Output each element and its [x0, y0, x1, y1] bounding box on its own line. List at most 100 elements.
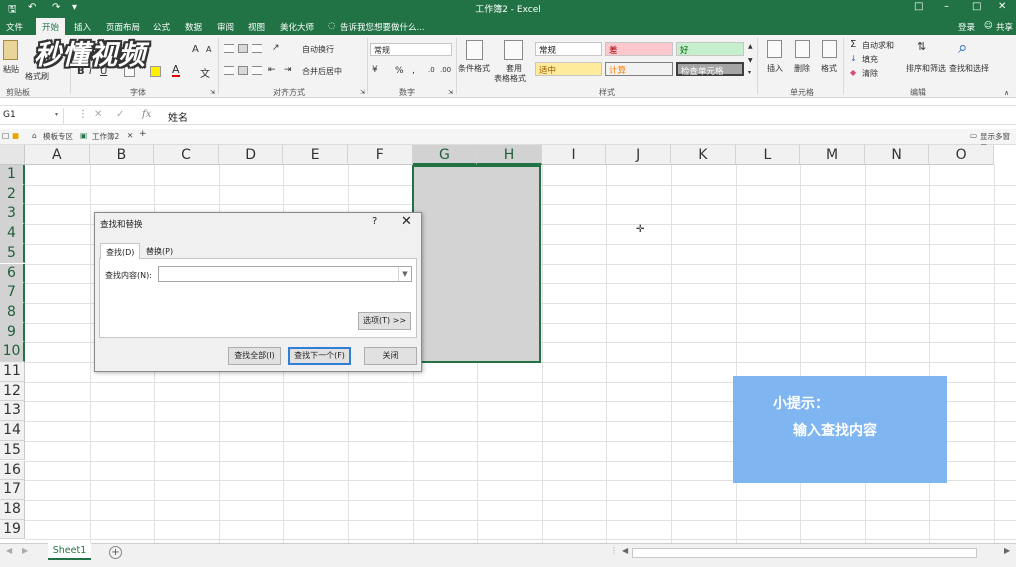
font-dialog-launcher-icon[interactable]: ⇲	[210, 89, 215, 96]
row-header-9[interactable]: 9	[0, 322, 25, 343]
row-header-10[interactable]: 10	[0, 342, 25, 362]
row-header-14[interactable]: 14	[0, 421, 25, 441]
column-header-l[interactable]: L	[735, 145, 801, 165]
column-header-j[interactable]: J	[606, 145, 671, 165]
comma-button[interactable]: ,	[412, 66, 415, 76]
horizontal-scrollbar[interactable]	[632, 548, 977, 558]
fill-color-icon[interactable]	[150, 66, 161, 77]
column-header-o[interactable]: O	[929, 145, 994, 165]
tab-review[interactable]: 审阅	[217, 21, 234, 33]
help-icon[interactable]: ?	[372, 216, 377, 227]
scroll-right-icon[interactable]: ▶	[1004, 546, 1010, 555]
font-size-down-icon[interactable]: A	[206, 45, 211, 54]
row-header-16[interactable]: 16	[0, 460, 25, 481]
column-header-d[interactable]: D	[218, 145, 284, 165]
find-select-button[interactable]: 查找和选择	[949, 63, 989, 74]
tell-me-search[interactable]: 告诉我您想要做什么...	[340, 21, 425, 33]
style-check-cell[interactable]: 检查单元格	[676, 62, 744, 77]
row-header-2[interactable]: 2	[0, 184, 25, 205]
increase-indent-icon[interactable]: ⇥	[284, 65, 292, 75]
style-normal[interactable]: 常规	[535, 42, 602, 56]
phonetic-icon[interactable]: 文	[200, 65, 210, 80]
conditional-format-button[interactable]: 条件格式	[458, 63, 490, 74]
table-format-icon[interactable]	[504, 40, 523, 60]
row-header-5[interactable]: 5	[0, 243, 25, 264]
column-header-e[interactable]: E	[283, 145, 348, 165]
conditional-format-icon[interactable]	[466, 40, 483, 60]
decrease-decimal-icon[interactable]: .00	[440, 66, 451, 74]
doc-tab-workbook[interactable]: 工作簿2	[92, 131, 119, 142]
orientation-icon[interactable]: ↗	[272, 43, 280, 53]
tab-data[interactable]: 数据	[185, 21, 202, 33]
styles-more-icon[interactable]: ▾	[748, 69, 751, 76]
paste-button[interactable]: 粘贴	[3, 64, 19, 75]
row-header-17[interactable]: 17	[0, 480, 25, 500]
alignment-dialog-launcher-icon[interactable]: ⇲	[360, 89, 365, 96]
scroll-left-icon[interactable]: ◀	[622, 546, 628, 555]
fill-button[interactable]: 填充	[862, 54, 878, 65]
align-right-icon[interactable]	[252, 66, 262, 75]
row-header-4[interactable]: 4	[0, 224, 25, 244]
number-dialog-launcher-icon[interactable]: ⇲	[448, 89, 453, 96]
format-painter-button[interactable]: 格式刷	[25, 71, 49, 82]
delete-cells-icon[interactable]	[795, 40, 810, 58]
column-header-c[interactable]: C	[154, 145, 219, 165]
align-left-icon[interactable]	[224, 66, 234, 75]
formula-content[interactable]: 姓名	[168, 109, 188, 124]
align-bottom-icon[interactable]	[252, 44, 262, 53]
column-header-a[interactable]: A	[25, 145, 90, 165]
styles-scroll-up-icon[interactable]: ▲	[748, 43, 753, 50]
font-color-button[interactable]: A	[172, 64, 180, 77]
insert-cells-icon[interactable]	[767, 40, 782, 58]
percent-button[interactable]: %	[395, 66, 404, 76]
autosum-button[interactable]: 自动求和	[862, 40, 894, 51]
format-cells-button[interactable]: 格式	[821, 63, 837, 74]
font-size-up-icon[interactable]: A	[192, 44, 199, 55]
row-header-8[interactable]: 8	[0, 302, 25, 323]
styles-scroll-down-icon[interactable]: ▼	[748, 57, 753, 64]
tab-file[interactable]: 文件	[6, 21, 23, 33]
number-format-select[interactable]: 常规	[370, 43, 452, 56]
column-header-i[interactable]: I	[541, 145, 607, 165]
row-header-19[interactable]: 19	[0, 519, 25, 540]
tab-insert[interactable]: 插入	[74, 21, 91, 33]
folder-icon[interactable]: ■	[12, 131, 19, 140]
column-header-b[interactable]: B	[89, 145, 155, 165]
insert-function-icon[interactable]: fx	[142, 109, 151, 120]
options-button[interactable]: 选项(T) >>	[358, 312, 411, 330]
column-header-g[interactable]: G	[412, 145, 478, 165]
decrease-indent-icon[interactable]: ⇤	[268, 65, 276, 75]
collapse-ribbon-icon[interactable]: ∧	[1004, 89, 1009, 97]
find-what-input[interactable]: ▼	[158, 266, 412, 282]
clear-button[interactable]: 清除	[862, 68, 878, 79]
column-header-h[interactable]: H	[477, 145, 542, 165]
row-header-11[interactable]: 11	[0, 362, 25, 382]
new-doc-icon[interactable]: □	[2, 131, 9, 140]
close-button[interactable]: 关闭	[364, 347, 417, 365]
row-header-3[interactable]: 3	[0, 204, 25, 225]
column-header-n[interactable]: N	[864, 145, 930, 165]
row-header-12[interactable]: 12	[0, 381, 25, 402]
close-tab-icon[interactable]: ✕	[127, 131, 133, 140]
enter-icon[interactable]: ✓	[116, 109, 124, 120]
cancel-icon[interactable]: ✕	[94, 109, 102, 120]
ribbon-display-icon[interactable]: □	[914, 1, 923, 12]
close-dialog-icon[interactable]: ✕	[401, 214, 412, 229]
align-center-icon[interactable]	[238, 66, 248, 75]
row-header-13[interactable]: 13	[0, 401, 25, 422]
share-button[interactable]: 共享	[996, 21, 1013, 33]
find-all-button[interactable]: 查找全部(I)	[228, 347, 281, 365]
select-all-corner[interactable]	[0, 145, 25, 165]
tab-view[interactable]: 视图	[248, 21, 265, 33]
column-header-m[interactable]: M	[800, 145, 865, 165]
tab-split-handle[interactable]: ⋮	[610, 546, 618, 555]
prev-sheet-icon[interactable]: ◀	[6, 546, 12, 555]
row-header-15[interactable]: 15	[0, 440, 25, 461]
sheet-tab-sheet1[interactable]: Sheet1	[48, 543, 91, 560]
accounting-format-icon[interactable]: ¥	[372, 65, 378, 75]
close-window-icon[interactable]: ✕	[998, 1, 1006, 12]
row-header-18[interactable]: 18	[0, 499, 25, 520]
merge-center-button[interactable]: 合并后居中	[302, 66, 342, 77]
align-top-icon[interactable]	[224, 44, 234, 53]
style-neutral[interactable]: 适中	[535, 62, 602, 76]
